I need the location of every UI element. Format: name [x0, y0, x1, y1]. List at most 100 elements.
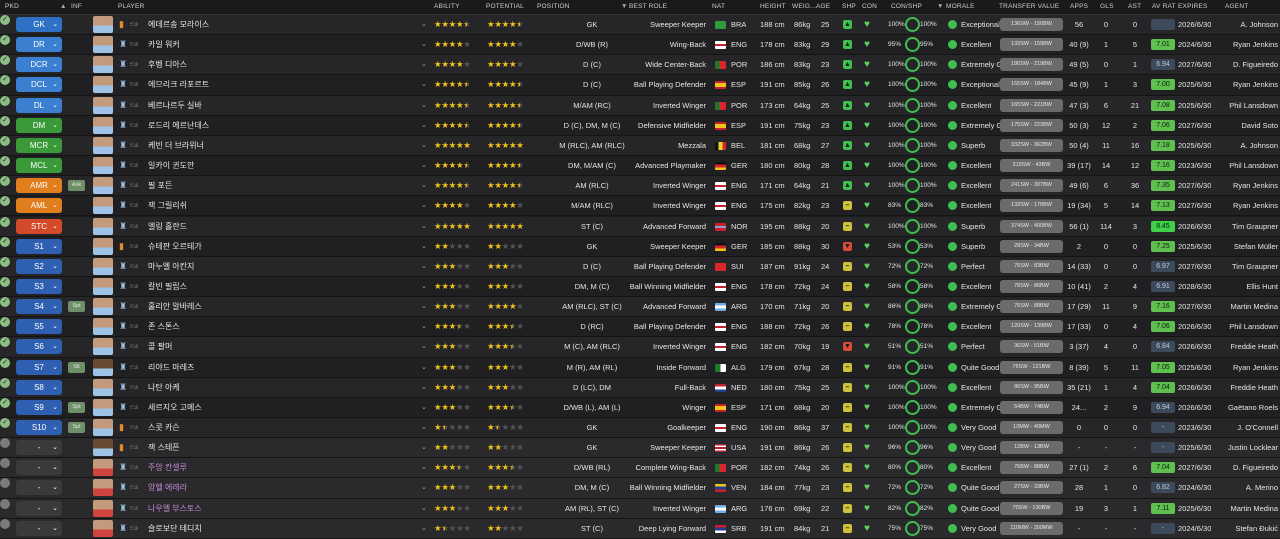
col-pkd[interactable]: PKD — [5, 3, 19, 10]
table-row[interactable]: ✓ DCL ⌄ ♜ ಊ 에므리크 라포르트 ⌄ ★★★★★ ★★★★★ D (C) Ball Pla… — [0, 75, 1280, 96]
player-menu-chevron-icon[interactable]: ⌄ — [421, 277, 427, 296]
picked-indicator[interactable]: ✓ — [0, 95, 10, 106]
player-name[interactable]: 엘링 홀란드 — [148, 217, 187, 236]
player-name[interactable]: 잭 스테픈 — [148, 438, 180, 457]
picked-indicator[interactable]: ✓ — [0, 196, 10, 207]
player-name[interactable]: 스콧 카슨 — [148, 418, 180, 437]
player-name[interactable]: 세르지오 고메스 — [148, 398, 202, 417]
player-name[interactable]: 케빈 더 브라위너 — [148, 136, 204, 155]
player-name[interactable]: 슬로보단 테디치 — [148, 519, 202, 538]
col-morale[interactable]: MORALE — [946, 3, 975, 10]
info-badge[interactable]: Ask — [68, 180, 85, 192]
picked-indicator[interactable]: ✓ — [0, 35, 10, 46]
selection-dropdown[interactable]: S1 ⌄ — [16, 238, 62, 254]
selection-dropdown[interactable]: S10 ⌄ — [16, 420, 62, 435]
table-row[interactable]: - ⌄ ♜ ಊ 주앙 칸셀루 ⌄ ★★★★★ ★★★★★ D/WB (RL) Complete W… — [0, 458, 1280, 479]
selection-dropdown[interactable]: MCR ⌄ — [16, 137, 62, 153]
player-menu-chevron-icon[interactable]: ⌄ — [421, 35, 427, 54]
player-menu-chevron-icon[interactable]: ⌄ — [421, 418, 427, 437]
picked-indicator[interactable]: ✓ — [0, 337, 10, 348]
selection-dropdown[interactable]: - ⌄ — [16, 520, 62, 536]
selection-dropdown[interactable]: - ⌄ — [16, 500, 62, 516]
player-name[interactable]: 후벵 디아스 — [148, 55, 187, 74]
player-menu-chevron-icon[interactable]: ⌄ — [421, 237, 427, 256]
player-menu-chevron-icon[interactable]: ⌄ — [421, 458, 427, 477]
picked-indicator[interactable]: ✓ — [0, 216, 10, 227]
selection-dropdown[interactable]: DCR ⌄ — [16, 57, 62, 73]
picked-indicator[interactable]: ✓ — [0, 276, 10, 287]
selection-dropdown[interactable]: DM ⌄ — [16, 117, 62, 133]
table-row[interactable]: ✓ STC ⌄ ♜ ಊ 엘링 홀란드 ⌄ ★★★★★ ★★★★★ ST (C) Advanced F… — [0, 216, 1280, 237]
info-badge[interactable]: Spt — [68, 301, 85, 313]
picked-indicator[interactable]: ✓ — [0, 156, 10, 167]
col-player[interactable]: PLAYER — [118, 3, 144, 10]
selection-dropdown[interactable]: MCL ⌄ — [16, 158, 62, 174]
picked-indicator[interactable]: ✓ — [0, 397, 10, 408]
selection-dropdown[interactable]: S4 ⌄ — [16, 299, 62, 315]
selection-dropdown[interactable]: S2 ⌄ — [16, 258, 62, 274]
selection-dropdown[interactable]: STC ⌄ — [16, 218, 62, 234]
col-position[interactable]: POSITION — [537, 3, 570, 10]
player-menu-chevron-icon[interactable]: ⌄ — [421, 478, 427, 497]
table-row[interactable]: ✓ MCR ⌄ ♜ ಊ 케빈 더 브라위너 ⌄ ★★★★★ ★★★★★ M (RLC), AM (… — [0, 135, 1280, 157]
picked-indicator[interactable] — [0, 518, 10, 529]
info-badge[interactable]: Spt — [68, 422, 85, 433]
sort-arrow-icon[interactable]: ▲ — [60, 3, 67, 10]
selection-dropdown[interactable]: S7 ⌄ — [16, 359, 62, 375]
table-row[interactable]: ✓ S1 ⌄ ▮ ಊ 슈테판 오르테가 ⌄ ★★★★★ ★★★★★ GK Sweeper Keepe… — [0, 236, 1280, 257]
picked-indicator[interactable]: ✓ — [0, 236, 10, 247]
table-row[interactable]: - ⌄ ♜ ಊ 슬로보단 테디치 ⌄ ★★★★★ ★★★★★ ST (C) Deep Lying … — [0, 518, 1280, 539]
player-menu-chevron-icon[interactable]: ⌄ — [421, 378, 427, 397]
player-menu-chevron-icon[interactable]: ⌄ — [421, 398, 427, 417]
col-transfer-value[interactable]: TRANSFER VALUE — [999, 3, 1059, 10]
table-row[interactable]: ✓ GK ⌄ ▮ ಊ 에데르송 모라이스 ⌄ ★★★★★ ★★★★★ GK Sweeper Keep… — [0, 15, 1280, 36]
player-menu-chevron-icon[interactable]: ⌄ — [421, 176, 427, 195]
player-menu-chevron-icon[interactable]: ⌄ — [421, 96, 427, 115]
selection-dropdown[interactable]: DR ⌄ — [16, 37, 62, 53]
player-name[interactable]: 나우엘 부스토스 — [148, 499, 202, 518]
col-nat[interactable]: NAT — [712, 3, 725, 10]
player-menu-chevron-icon[interactable]: ⌄ — [421, 217, 427, 236]
player-name[interactable]: 나탄 아케 — [148, 378, 180, 397]
player-menu-chevron-icon[interactable]: ⌄ — [421, 136, 427, 155]
selection-dropdown[interactable]: DL ⌄ — [16, 97, 62, 113]
col-ast[interactable]: AST — [1128, 3, 1141, 10]
player-menu-chevron-icon[interactable]: ⌄ — [421, 15, 427, 34]
selection-dropdown[interactable]: GK ⌄ — [16, 17, 62, 32]
player-menu-chevron-icon[interactable]: ⌄ — [421, 297, 427, 316]
table-row[interactable]: ✓ AMR ⌄ Ask ♜ ಊ 필 포든 ⌄ ★★★★★ ★★★★★ AM (RLC) Inverte… — [0, 176, 1280, 197]
player-menu-chevron-icon[interactable]: ⌄ — [421, 337, 427, 356]
col-gls[interactable]: GLS — [1100, 3, 1114, 10]
col-con[interactable]: CON — [862, 3, 877, 10]
player-name[interactable]: 칼빈 필립스 — [148, 277, 187, 296]
col-con-shp[interactable]: CON/SHP — [891, 3, 922, 10]
player-name[interactable]: 슈테판 오르테가 — [148, 237, 202, 256]
picked-indicator[interactable]: ✓ — [0, 317, 10, 328]
table-row[interactable]: - ⌄ ♜ ಊ 양헬 에레라 ⌄ ★★★★★ ★★★★★ DM, M (C) Ball Winni… — [0, 478, 1280, 499]
table-row[interactable]: ✓ S4 ⌄ Spt ♜ ಊ 훌리안 알바레스 ⌄ ★★★★★ ★★★★★ AM (RLC), ST… — [0, 297, 1280, 318]
picked-indicator[interactable] — [0, 438, 10, 449]
selection-dropdown[interactable]: S9 ⌄ — [16, 399, 62, 415]
table-row[interactable]: ✓ S10 ⌄ Spt ▮ ಊ 스콧 카슨 ⌄ ★★★★★ ★★★★★ GK Goalkeeper EN… — [0, 418, 1280, 439]
player-name[interactable]: 에데르송 모라이스 — [148, 15, 209, 34]
picked-indicator[interactable]: ✓ — [0, 75, 10, 86]
player-name[interactable]: 에므리크 라포르트 — [148, 75, 209, 94]
player-name[interactable]: 훌리안 알바레스 — [148, 297, 202, 316]
table-row[interactable]: - ⌄ ▮ ಊ 잭 스테픈 ⌄ ★★★★★ ★★★★★ GK Sweeper Keeper USA 1… — [0, 438, 1280, 459]
player-name[interactable]: 카일 워커 — [148, 35, 180, 54]
player-name[interactable]: 리야드 마레즈 — [148, 358, 194, 377]
player-name[interactable]: 주앙 칸셀루 — [148, 458, 187, 477]
col-expires[interactable]: EXPIRES — [1178, 3, 1208, 10]
table-row[interactable]: ✓ S9 ⌄ Spt ♜ ಊ 세르지오 고메스 ⌄ ★★★★★ ★★★★★ D/WB (L), AM… — [0, 397, 1280, 418]
player-menu-chevron-icon[interactable]: ⌄ — [421, 317, 427, 336]
picked-indicator[interactable]: ✓ — [0, 15, 10, 25]
col-apps[interactable]: APPS — [1070, 3, 1088, 10]
table-row[interactable]: ✓ S2 ⌄ ♜ ಊ 마누엘 아칸지 ⌄ ★★★★★ ★★★★★ D (C) Ball Playin… — [0, 256, 1280, 277]
player-name[interactable]: 로드리 에르난데스 — [148, 116, 209, 135]
info-badge[interactable]: Spt — [68, 401, 85, 413]
player-name[interactable]: 마누엘 아칸지 — [148, 257, 194, 276]
player-name[interactable]: 콜 팔머 — [148, 337, 172, 356]
col-weight[interactable]: WEIG... — [792, 3, 816, 10]
player-menu-chevron-icon[interactable]: ⌄ — [421, 116, 427, 135]
selection-dropdown[interactable]: - ⌄ — [16, 440, 62, 456]
